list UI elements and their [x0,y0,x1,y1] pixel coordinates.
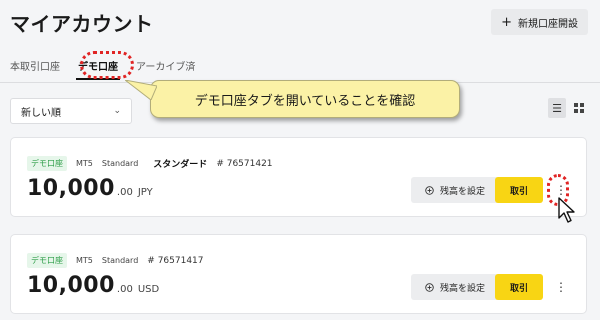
platform-tag: MT5 [76,256,93,265]
demo-tab-highlight-ring [80,51,134,79]
plus-circle-icon [425,185,434,195]
sort-select[interactable]: 新しい順 ⌄ [10,98,132,124]
balance-decimals: .00 [116,187,133,198]
view-toggle: ☰ [548,98,588,118]
tab-live-accounts[interactable]: 本取引口座 [10,58,60,80]
balance-amount: 10,000 [27,273,115,298]
account-card: デモ口座 MT5 Standard スタンダード # 76571421 10,0… [10,137,587,217]
balance-amount: 10,000 [27,176,115,201]
account-name: スタンダード [153,160,208,170]
account-balance: 10,000 .00 JPY [27,176,153,201]
account-balance: 10,000 .00 USD [27,273,159,298]
set-balance-button[interactable]: 残高を設定 [411,177,499,203]
list-view-icon[interactable]: ☰ [548,98,566,118]
demo-badge: デモ口座 [27,156,67,171]
demo-badge: デモ口座 [27,253,67,268]
account-type-tag: Standard [101,159,139,168]
grid-view-icon[interactable] [570,98,588,118]
balance-decimals: .00 [116,284,133,295]
platform-tag: MT5 [76,159,93,168]
tab-archived[interactable]: アーカイブ済 [136,58,195,80]
page-title: マイアカウント [10,12,154,36]
set-balance-label: 残高を設定 [439,186,485,197]
more-vertical-icon[interactable]: ⋮ [554,275,568,299]
balance-currency: USD [137,284,160,295]
account-number: # 76571417 [147,255,204,266]
new-account-label: 新規口座開設 [518,18,578,30]
annotation-callout: デモ口座タブを開いていることを確認 [150,80,460,118]
mouse-cursor-icon [558,197,575,223]
plus-circle-icon [425,282,434,292]
account-card: デモ口座 MT5 Standard # 76571417 10,000 .00 … [10,234,587,314]
callout-pointer [125,80,157,100]
account-type-tag: Standard [101,256,139,265]
plus-icon: + [501,14,512,30]
set-balance-label: 残高を設定 [439,283,485,294]
account-number: # 76571421 [216,158,273,169]
set-balance-button[interactable]: 残高を設定 [411,274,499,300]
chevron-down-icon: ⌄ [113,106,121,116]
trade-button[interactable]: 取引 [495,274,543,300]
trade-button[interactable]: 取引 [495,177,543,203]
balance-currency: JPY [137,187,153,198]
new-account-button[interactable]: + 新規口座開設 [491,9,588,35]
sort-selected-value: 新しい順 [21,107,61,119]
